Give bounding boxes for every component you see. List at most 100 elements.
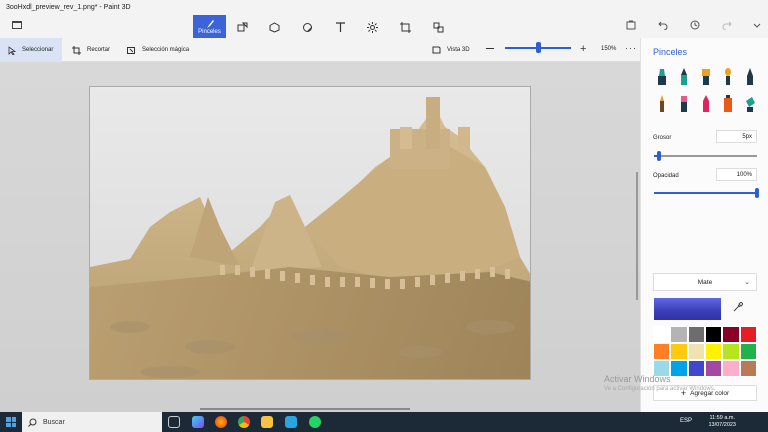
opacity-slider-thumb[interactable] <box>755 188 759 198</box>
view-3d-icon <box>432 46 441 54</box>
thickness-slider[interactable] <box>654 155 757 157</box>
color-palette <box>653 326 757 377</box>
tool-canvas[interactable] <box>394 16 416 38</box>
current-color-swatch[interactable] <box>654 298 721 320</box>
palette-swatch[interactable] <box>705 326 723 343</box>
clock-date: 13/07/2023 <box>708 422 736 428</box>
paint-3d-icon[interactable] <box>192 416 204 428</box>
oil-brush-icon[interactable] <box>700 68 712 86</box>
brushes-panel: Pinceles Grosor 5px Opacidad 100% Mate ⌄… <box>640 38 768 412</box>
tool-stickers[interactable] <box>296 16 318 38</box>
magic-select-label: Selección mágica <box>142 47 190 53</box>
whatsapp-icon[interactable] <box>309 416 321 428</box>
language-indicator[interactable]: ESP <box>680 418 692 424</box>
sticker-icon <box>302 22 312 32</box>
view-3d-label: Vista 3D <box>447 47 470 53</box>
finish-dropdown[interactable]: Mate ⌄ <box>653 273 757 291</box>
chrome-icon[interactable] <box>238 416 250 428</box>
palette-swatch[interactable] <box>687 326 705 343</box>
thickness-value-input[interactable]: 5px <box>716 130 757 143</box>
palette-swatch[interactable] <box>705 343 723 360</box>
expand-icon[interactable] <box>748 18 766 32</box>
tool-brushes[interactable]: Pinceles <box>193 15 226 38</box>
brush-icon <box>206 19 214 28</box>
marker-icon[interactable] <box>656 68 668 86</box>
palette-swatch[interactable] <box>653 343 671 360</box>
clock[interactable]: 11:59 a.m. 13/07/2023 <box>708 415 736 429</box>
crop-button[interactable]: Recortar <box>72 38 110 62</box>
menu-icon[interactable] <box>12 21 22 29</box>
finish-value: Mate <box>697 279 713 286</box>
eraser-icon[interactable] <box>678 95 690 113</box>
palette-swatch[interactable] <box>739 360 757 377</box>
pencil-icon[interactable] <box>656 95 668 113</box>
effects-icon <box>366 21 378 33</box>
zoom-out-button[interactable] <box>486 48 494 49</box>
redo-icon[interactable] <box>718 18 736 32</box>
tool-3d-library[interactable] <box>427 16 449 38</box>
text-icon <box>335 21 345 32</box>
magic-select-button[interactable]: Selección mágica <box>127 38 189 62</box>
palette-swatch[interactable] <box>722 326 740 343</box>
select-label: Seleccionar <box>22 47 54 53</box>
calligraphy-pen-icon[interactable] <box>678 68 690 86</box>
cursor-icon <box>8 45 16 55</box>
windows-start-icon[interactable] <box>6 417 16 427</box>
canvas-icon <box>399 21 411 33</box>
undo-icon[interactable] <box>654 18 672 32</box>
pixel-pen-icon[interactable] <box>744 68 756 86</box>
shapes-2d-icon <box>237 22 247 31</box>
palette-swatch[interactable] <box>722 360 740 377</box>
crop-icon <box>72 45 81 55</box>
thickness-slider-thumb[interactable] <box>657 151 662 161</box>
vertical-scrollbar[interactable] <box>636 172 638 300</box>
crayon-icon[interactable] <box>700 95 712 113</box>
spray-can-icon[interactable] <box>722 95 734 113</box>
secondary-toolbar: Seleccionar Recortar Selección mágica Vi… <box>0 38 640 62</box>
palette-swatch[interactable] <box>739 343 757 360</box>
paste-icon[interactable] <box>622 18 640 32</box>
task-view-icon[interactable] <box>168 416 180 428</box>
drawing-canvas[interactable] <box>89 86 531 380</box>
zoom-slider-thumb[interactable] <box>536 42 541 53</box>
tool-2d-shapes[interactable] <box>231 16 253 38</box>
horizontal-scrollbar[interactable] <box>200 408 410 410</box>
palette-swatch[interactable] <box>670 343 688 360</box>
zoom-in-button[interactable]: + <box>580 43 586 55</box>
view-3d-button[interactable]: Vista 3D <box>432 38 470 62</box>
activation-watermark-text: Ve a Configuración para activar Windows. <box>604 386 716 392</box>
telegram-icon[interactable] <box>285 416 297 428</box>
tool-text[interactable] <box>329 16 351 38</box>
watercolor-icon[interactable] <box>722 68 734 86</box>
more-options-icon[interactable]: ··· <box>625 43 637 53</box>
thickness-label: Grosor <box>653 135 672 141</box>
tool-effects[interactable] <box>361 16 383 38</box>
fill-bucket-icon[interactable] <box>744 95 756 113</box>
palette-swatch[interactable] <box>705 360 723 377</box>
chevron-down-icon: ⌄ <box>744 279 750 286</box>
palette-swatch[interactable] <box>722 343 740 360</box>
select-button[interactable]: Seleccionar <box>0 38 62 62</box>
eyedropper-icon[interactable] <box>733 301 744 315</box>
history-icon[interactable] <box>686 18 704 32</box>
palette-swatch[interactable] <box>687 360 705 377</box>
zoom-value: 150% <box>601 46 617 52</box>
palette-swatch[interactable] <box>670 360 688 377</box>
magic-select-icon <box>127 46 135 54</box>
file-explorer-icon[interactable] <box>261 416 273 428</box>
palette-swatch[interactable] <box>687 343 705 360</box>
tool-3d-shapes[interactable] <box>263 16 285 38</box>
opacity-slider-fill <box>654 192 757 194</box>
palette-swatch[interactable] <box>670 326 688 343</box>
taskbar-search[interactable]: Buscar <box>22 412 162 432</box>
opacity-value-input[interactable]: 100% <box>716 168 757 181</box>
palette-swatch[interactable] <box>653 326 671 343</box>
window-title: 3ooHxdl_preview_rev_1.png* - Paint 3D <box>6 4 131 11</box>
taskbar: Buscar ESP 11:59 a.m. 13/07/2023 <box>0 412 768 432</box>
firefox-icon[interactable] <box>215 416 227 428</box>
search-placeholder: Buscar <box>43 418 65 426</box>
activation-watermark-title: Activar Windows <box>604 374 671 384</box>
palette-swatch[interactable] <box>739 326 757 343</box>
shapes-3d-icon <box>269 21 279 33</box>
crop-label: Recortar <box>87 47 111 53</box>
